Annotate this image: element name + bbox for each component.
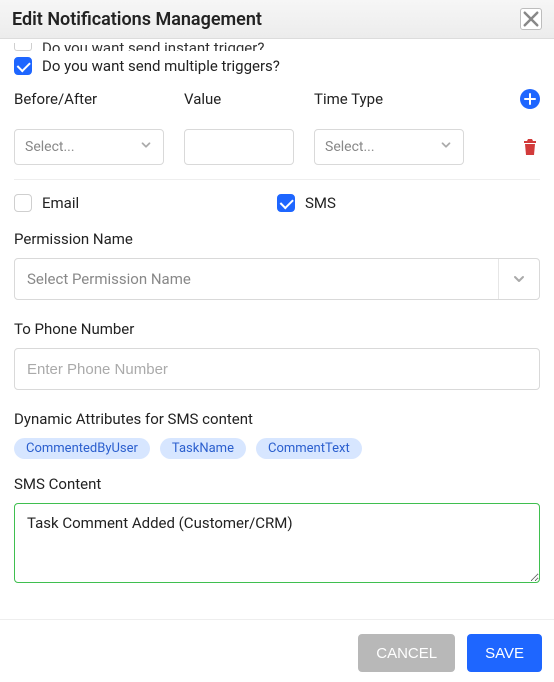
chip-task-name[interactable]: TaskName: [160, 438, 246, 459]
chevron-down-icon: [139, 138, 153, 156]
permission-name-label: Permission Name: [14, 230, 540, 248]
dynamic-attrs-label: Dynamic Attributes for SMS content: [14, 410, 540, 428]
instant-trigger-checkbox-partial[interactable]: [14, 43, 32, 51]
time-type-select[interactable]: Select...: [314, 129, 464, 165]
multiple-trigger-label: Do you want send multiple triggers?: [42, 57, 280, 75]
trigger-columns-header: Before/After Value Time Type: [14, 89, 540, 109]
permission-name-placeholder: Select Permission Name: [27, 270, 498, 288]
time-type-placeholder: Select...: [325, 139, 375, 155]
sms-content-textarea[interactable]: [14, 503, 540, 583]
phone-input[interactable]: [14, 348, 540, 390]
sms-channel: SMS: [277, 194, 540, 212]
delete-trigger-button[interactable]: [520, 137, 540, 157]
time-type-header: Time Type: [314, 90, 520, 108]
save-button[interactable]: SAVE: [467, 634, 542, 672]
chip-row: CommentedByUser TaskName CommentText: [14, 438, 540, 459]
close-button[interactable]: [520, 8, 542, 30]
before-after-placeholder: Select...: [25, 139, 75, 155]
permission-name-select[interactable]: Select Permission Name: [14, 258, 540, 300]
add-trigger-button[interactable]: [520, 89, 540, 109]
modal: Edit Notifications Management Do you wan…: [0, 0, 554, 682]
before-after-header: Before/After: [14, 90, 184, 108]
modal-header: Edit Notifications Management: [0, 0, 554, 39]
multiple-trigger-checkbox[interactable]: [14, 57, 32, 75]
chevron-down-icon: [439, 138, 453, 156]
instant-trigger-row-partial: Do you want send instant trigger?: [14, 39, 540, 51]
divider: [14, 179, 540, 180]
value-header: Value: [184, 90, 314, 108]
trigger-row: Select... Select...: [14, 129, 540, 165]
sms-checkbox[interactable]: [277, 194, 295, 212]
phone-label: To Phone Number: [14, 320, 540, 338]
sms-label: SMS: [305, 194, 336, 212]
modal-title: Edit Notifications Management: [12, 9, 262, 30]
scroll-area[interactable]: Do you want send instant trigger? Do you…: [0, 39, 554, 619]
sms-content-label: SMS Content: [14, 475, 540, 493]
cancel-button[interactable]: CANCEL: [358, 634, 455, 672]
channel-row: Email SMS: [14, 194, 540, 212]
email-channel: Email: [14, 194, 277, 212]
instant-trigger-label-partial: Do you want send instant trigger?: [42, 39, 264, 51]
close-icon: [521, 9, 541, 29]
trigger-value-input[interactable]: [184, 129, 294, 165]
chevron-down-icon: [498, 259, 527, 299]
chip-commented-by-user[interactable]: CommentedByUser: [14, 438, 150, 459]
modal-footer: CANCEL SAVE: [0, 619, 554, 682]
before-after-select[interactable]: Select...: [14, 129, 164, 165]
email-label: Email: [42, 194, 79, 212]
multiple-trigger-row: Do you want send multiple triggers?: [14, 57, 540, 75]
email-checkbox[interactable]: [14, 194, 32, 212]
chip-comment-text[interactable]: CommentText: [256, 438, 362, 459]
plus-icon: [524, 93, 536, 105]
trash-icon: [522, 138, 538, 156]
